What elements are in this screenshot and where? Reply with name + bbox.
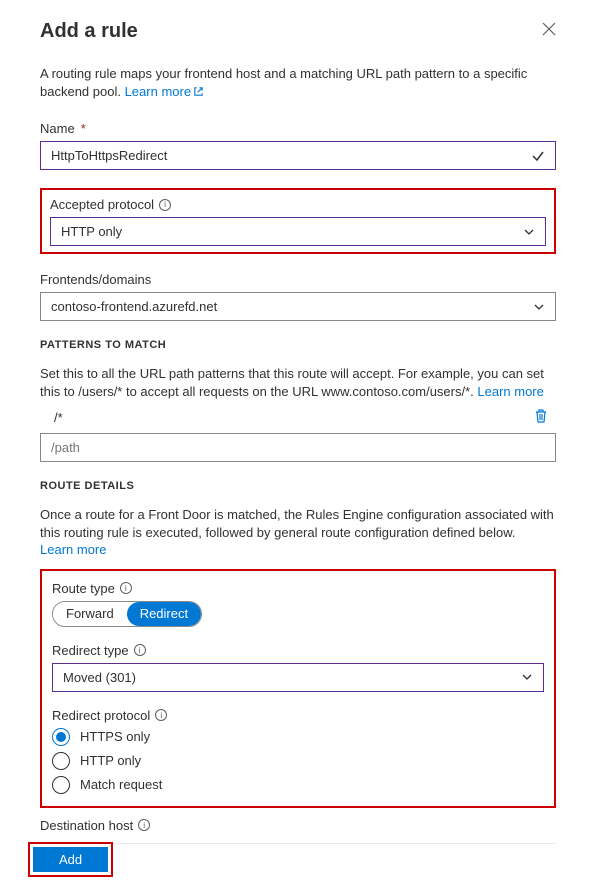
learn-more-link[interactable]: Learn more <box>40 542 106 557</box>
route-type-label: Route type i <box>52 581 544 596</box>
external-link-icon <box>193 84 204 102</box>
patterns-heading: PATTERNS TO MATCH <box>40 339 556 351</box>
redirect-protocol-https[interactable]: HTTPS only <box>52 728 544 746</box>
patterns-description: Set this to all the URL path patterns th… <box>40 365 556 400</box>
close-icon[interactable] <box>542 22 556 41</box>
chevron-down-icon <box>533 301 545 313</box>
redirect-type-select[interactable]: Moved (301) <box>52 663 544 692</box>
accepted-protocol-select[interactable]: HTTP only <box>50 217 546 246</box>
panel-title: Add a rule <box>40 20 138 43</box>
learn-more-link[interactable]: Learn more <box>477 384 543 399</box>
route-description: Once a route for a Front Door is matched… <box>40 506 556 559</box>
divider <box>40 843 556 844</box>
info-icon[interactable]: i <box>134 644 146 656</box>
rule-description: A routing rule maps your frontend host a… <box>40 65 556 101</box>
frontends-label: Frontends/domains <box>40 272 556 287</box>
trash-icon[interactable] <box>534 408 548 427</box>
route-type-redirect[interactable]: Redirect <box>127 602 201 626</box>
redirect-type-label: Redirect type i <box>52 643 544 658</box>
accepted-protocol-highlight: Accepted protocol i HTTP only <box>40 188 556 254</box>
info-icon[interactable]: i <box>159 199 171 211</box>
chevron-down-icon <box>521 671 533 683</box>
redirect-protocol-label: Redirect protocol i <box>52 708 544 723</box>
route-type-forward[interactable]: Forward <box>53 602 127 626</box>
redirect-protocol-match[interactable]: Match request <box>52 776 544 794</box>
info-icon[interactable]: i <box>120 582 132 594</box>
route-details-highlight: Route type i Forward Redirect Redirect t… <box>40 569 556 808</box>
name-label: Name* <box>40 121 556 136</box>
checkmark-icon <box>531 149 545 163</box>
add-button[interactable]: Add <box>33 847 108 872</box>
info-icon[interactable]: i <box>138 819 150 831</box>
chevron-down-icon <box>523 226 535 238</box>
name-input[interactable]: HttpToHttpsRedirect <box>40 141 556 170</box>
redirect-protocol-http[interactable]: HTTP only <box>52 752 544 770</box>
route-type-toggle: Forward Redirect <box>52 601 202 627</box>
info-icon[interactable]: i <box>155 709 167 721</box>
pattern-entry: /* <box>40 410 524 425</box>
learn-more-link[interactable]: Learn more <box>125 84 204 99</box>
pattern-input[interactable] <box>40 433 556 462</box>
add-button-highlight: Add <box>28 842 113 877</box>
accepted-protocol-label: Accepted protocol i <box>50 197 546 212</box>
route-heading: ROUTE DETAILS <box>40 480 556 492</box>
frontends-select[interactable]: contoso-frontend.azurefd.net <box>40 292 556 321</box>
destination-host-label: Destination host i <box>40 818 556 833</box>
